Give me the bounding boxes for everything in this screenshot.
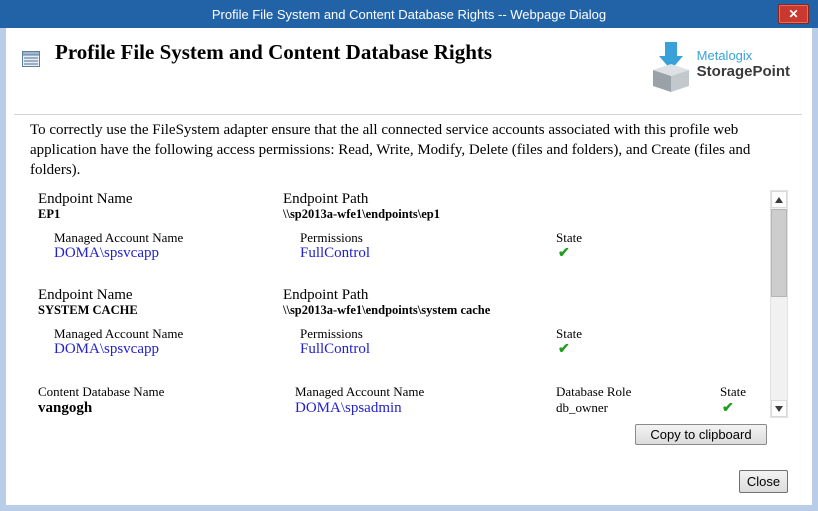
managed-account-label: Managed Account Name: [295, 384, 424, 400]
endpoint-name-value: EP1: [38, 207, 60, 222]
content-db-name-label: Content Database Name: [38, 384, 164, 400]
endpoint-path-label: Endpoint Path: [283, 287, 368, 304]
state-label: State: [556, 326, 582, 342]
instructions-text: To correctly use the FileSystem adapter …: [30, 120, 796, 180]
permissions-link[interactable]: FullControl: [300, 245, 370, 262]
webpage-dialog: Profile File System and Content Database…: [0, 0, 818, 511]
chevron-down-icon: [775, 406, 783, 412]
scrollbar-thumb[interactable]: [771, 209, 787, 297]
state-label: State: [720, 384, 746, 400]
report-icon: [22, 51, 40, 67]
vertical-scrollbar[interactable]: [770, 190, 788, 418]
state-check-icon: ✔: [558, 341, 570, 358]
dialog-client-area: Profile File System and Content Database…: [6, 28, 812, 505]
endpoint-path-value: \\sp2013a-wfe1\endpoints\system cache: [283, 303, 490, 318]
endpoint-path-value: \\sp2013a-wfe1\endpoints\ep1: [283, 207, 440, 222]
state-label: State: [556, 230, 582, 246]
scrollbar-down-button[interactable]: [771, 400, 787, 417]
state-check-icon: ✔: [558, 245, 570, 262]
managed-account-link[interactable]: DOMA\spsvcapp: [54, 341, 159, 358]
endpoint-name-label: Endpoint Name: [38, 287, 133, 304]
page-title: Profile File System and Content Database…: [55, 40, 492, 65]
scrollbar-up-button[interactable]: [771, 191, 787, 208]
logo-brand-text: Metalogix: [697, 48, 790, 63]
close-button[interactable]: Close: [739, 470, 788, 493]
state-check-icon: ✔: [722, 400, 734, 417]
dialog-title: Profile File System and Content Database…: [212, 7, 606, 22]
endpoint-name-value: SYSTEM CACHE: [38, 303, 138, 318]
managed-account-link[interactable]: DOMA\spsvcapp: [54, 245, 159, 262]
storagepoint-logo-icon: [651, 42, 691, 92]
dialog-close-button[interactable]: ✕: [778, 4, 809, 24]
endpoint-group-system-cache: Endpoint Name Endpoint Path SYSTEM CACHE…: [6, 287, 770, 367]
managed-account-label: Managed Account Name: [54, 326, 183, 342]
logo-product-text: StoragePoint: [697, 63, 790, 80]
header-separator: [14, 114, 802, 115]
dialog-titlebar: Profile File System and Content Database…: [0, 0, 818, 28]
endpoint-name-label: Endpoint Name: [38, 191, 133, 208]
content-db-name-value: vangogh: [38, 400, 92, 417]
database-role-value: db_owner: [556, 400, 608, 416]
permissions-link[interactable]: FullControl: [300, 341, 370, 358]
endpoint-path-label: Endpoint Path: [283, 191, 368, 208]
rights-report-area: Endpoint Name Endpoint Path EP1 \\sp2013…: [6, 190, 788, 418]
copy-to-clipboard-button[interactable]: Copy to clipboard: [635, 424, 767, 445]
permissions-label: Permissions: [300, 326, 363, 342]
storagepoint-logo: Metalogix StoragePoint: [651, 42, 790, 92]
managed-account-label: Managed Account Name: [54, 230, 183, 246]
endpoint-group-ep1: Endpoint Name Endpoint Path EP1 \\sp2013…: [6, 191, 770, 271]
close-icon: ✕: [788, 7, 798, 21]
content-database-group: Content Database Name Managed Account Na…: [6, 384, 770, 418]
database-role-label: Database Role: [556, 384, 631, 400]
permissions-label: Permissions: [300, 230, 363, 246]
chevron-up-icon: [775, 197, 783, 203]
managed-account-link[interactable]: DOMA\spsadmin: [295, 400, 402, 417]
